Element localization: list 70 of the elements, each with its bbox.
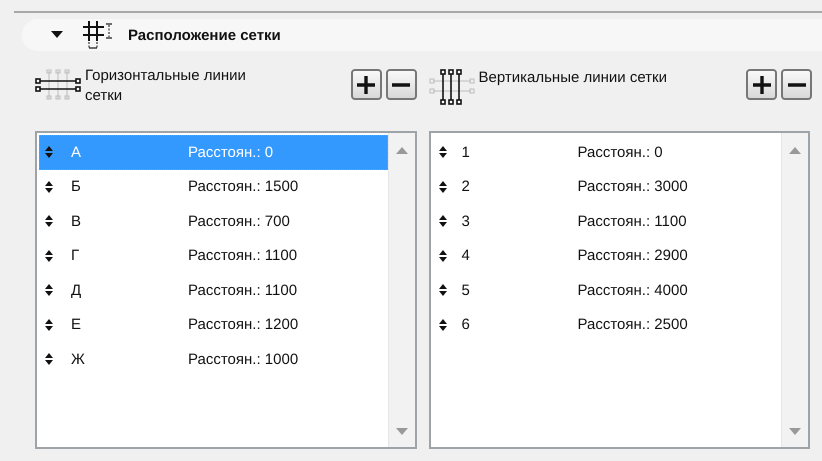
reorder-arrows-icon[interactable]: [43, 250, 55, 262]
line-name: В: [71, 212, 82, 230]
add-button[interactable]: [350, 69, 382, 100]
reorder-arrows-icon[interactable]: [436, 284, 448, 296]
minus-icon: [786, 82, 806, 86]
line-distance: Расстоян.: 700: [188, 212, 290, 230]
reorder-arrows-icon[interactable]: [43, 284, 55, 296]
panel-label: Вертикальные линии сетки: [478, 68, 668, 88]
line-name: 1: [462, 144, 471, 161]
scroll-down-icon[interactable]: [789, 428, 801, 435]
remove-button[interactable]: [781, 69, 812, 100]
line-name: Е: [71, 316, 82, 334]
reorder-arrows-icon[interactable]: [436, 180, 448, 193]
scrollbar[interactable]: [781, 133, 808, 447]
scroll-down-icon[interactable]: [396, 428, 408, 435]
line-distance: Расстоян.: 2500: [578, 316, 688, 334]
list-row[interactable]: В Расстоян.: 700: [39, 204, 388, 238]
line-name: Ж: [71, 350, 86, 368]
reorder-arrows-icon[interactable]: [43, 353, 55, 366]
list-row[interactable]: Д Расстоян.: 1100: [39, 273, 388, 308]
line-distance: Расстоян.: 1500: [188, 178, 298, 196]
vertical-lines-icon: [428, 69, 474, 105]
list-row[interactable]: 6 Расстоян.: 2500: [432, 308, 781, 342]
list-row[interactable]: Б Расстоян.: 1500: [39, 170, 388, 204]
list-row[interactable]: 1 Расстоян.: 0: [432, 135, 781, 170]
line-distance: Расстоян.: 2900: [578, 247, 688, 264]
reorder-arrows-icon[interactable]: [43, 146, 55, 158]
reorder-arrows-icon[interactable]: [43, 318, 55, 331]
line-distance: Расстоян.: 1100: [188, 282, 298, 299]
line-distance: Расстоян.: 1100: [188, 247, 298, 264]
line-distance: Расстоян.: 0: [578, 144, 663, 161]
plus-icon: [356, 74, 376, 94]
list-row[interactable]: Ж Расстоян.: 1000: [39, 342, 388, 376]
reorder-arrows-icon[interactable]: [436, 318, 448, 331]
plus-icon: [752, 74, 772, 94]
line-name: А: [71, 144, 82, 161]
reorder-arrows-icon[interactable]: [43, 180, 55, 193]
line-name: 6: [462, 316, 471, 334]
reorder-arrows-icon[interactable]: [436, 146, 448, 158]
reorder-arrows-icon[interactable]: [436, 215, 448, 228]
line-name: 5: [462, 282, 471, 299]
remove-button[interactable]: [386, 69, 416, 100]
line-name: Д: [71, 282, 82, 299]
list-row[interactable]: 4 Расстоян.: 2900: [432, 238, 781, 273]
line-distance: Расстоян.: 1100: [578, 212, 687, 230]
reorder-arrows-icon[interactable]: [436, 250, 448, 262]
minus-icon: [391, 82, 411, 86]
line-name: 3: [462, 212, 471, 230]
list-row[interactable]: Е Расстоян.: 1200: [39, 308, 388, 342]
line-distance: Расстоян.: 1200: [188, 316, 298, 334]
line-name: Г: [71, 247, 80, 264]
list-row[interactable]: 2 Расстоян.: 3000: [432, 170, 781, 204]
line-distance: Расстоян.: 3000: [578, 178, 688, 196]
line-name: 4: [462, 247, 471, 264]
line-name: 2: [462, 178, 471, 196]
line-name: Б: [71, 178, 82, 196]
add-button[interactable]: [746, 69, 777, 100]
section-title: Расположение сетки: [128, 26, 281, 44]
list-row[interactable]: Г Расстоян.: 1100: [39, 238, 388, 273]
panel-label: Горизонтальные линии сетки: [85, 66, 247, 106]
line-distance: Расстоян.: 1000: [188, 350, 298, 368]
list-row[interactable]: 3 Расстоян.: 1100: [432, 204, 781, 238]
list-row[interactable]: 5 Расстоян.: 4000: [432, 273, 781, 308]
line-distance: Расстоян.: 0: [188, 144, 274, 161]
scroll-up-icon[interactable]: [396, 147, 408, 154]
scrollbar[interactable]: [388, 133, 414, 447]
scroll-up-icon[interactable]: [789, 147, 801, 154]
line-distance: Расстоян.: 4000: [578, 282, 688, 299]
horizontal-lines-icon: [35, 69, 81, 101]
reorder-arrows-icon[interactable]: [43, 215, 55, 228]
